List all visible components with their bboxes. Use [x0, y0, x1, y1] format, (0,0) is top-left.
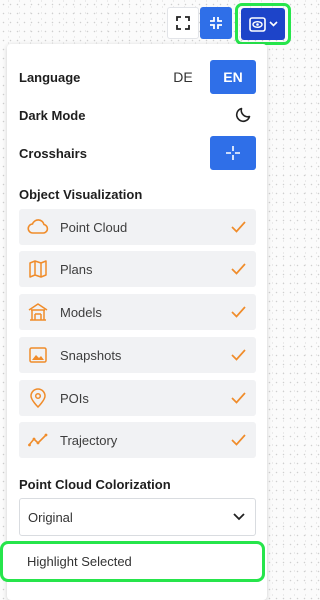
view-menu-highlight — [235, 3, 291, 45]
dark-mode-label: Dark Mode — [19, 107, 86, 123]
check-icon — [231, 306, 246, 318]
crosshairs-row: Crosshairs — [19, 136, 256, 170]
vis-item-label: POIs — [60, 390, 89, 406]
vis-item-label: Trajectory — [60, 432, 118, 448]
vis-item-label: Snapshots — [60, 347, 122, 363]
fullscreen-button[interactable] — [167, 7, 199, 39]
chevron-down-icon — [233, 513, 245, 521]
view-settings-panel: Language DE EN Dark Mode Crosshairs Obje… — [7, 44, 267, 600]
vis-item-snapshots[interactable]: Snapshots — [19, 337, 256, 373]
view-menu-button[interactable] — [241, 8, 285, 40]
collapse-button[interactable] — [200, 7, 232, 39]
dark-mode-row: Dark Mode — [19, 104, 256, 126]
language-label: Language — [19, 69, 81, 85]
colorization-title: Point Cloud Colorization — [19, 477, 171, 492]
colorization-select[interactable]: Original — [19, 498, 256, 536]
expand-corners-icon — [176, 16, 190, 30]
check-icon — [231, 392, 246, 404]
vis-item-pois[interactable]: POIs — [19, 380, 256, 416]
map-icon — [27, 258, 49, 280]
colorization-selected-value: Original — [28, 509, 73, 525]
crosshairs-label: Crosshairs — [19, 145, 87, 161]
check-icon — [231, 349, 246, 361]
vis-item-label: Plans — [60, 261, 93, 277]
vis-item-label: Models — [60, 304, 102, 320]
building-icon — [27, 301, 49, 323]
trajectory-icon — [27, 429, 49, 451]
highlight-selected-option[interactable]: Highlight Selected — [0, 541, 265, 582]
pin-icon — [27, 387, 49, 409]
image-icon — [27, 344, 49, 366]
crosshairs-toggle[interactable] — [210, 136, 256, 170]
vis-item-models[interactable]: Models — [19, 294, 256, 330]
language-de-button[interactable]: DE — [166, 60, 200, 94]
object-visualization-title: Object Visualization — [19, 187, 143, 202]
eye-icon — [248, 16, 266, 32]
check-icon — [231, 434, 246, 446]
check-icon — [231, 263, 246, 275]
moon-icon[interactable] — [235, 106, 252, 123]
check-icon — [231, 221, 246, 233]
crosshair-icon — [226, 146, 240, 160]
cloud-icon — [27, 216, 49, 238]
vis-item-label: Point Cloud — [60, 219, 128, 235]
chevron-down-icon — [268, 21, 278, 27]
collapse-corners-icon — [210, 17, 222, 29]
vis-item-trajectory[interactable]: Trajectory — [19, 422, 256, 458]
option-label: Highlight Selected — [27, 554, 132, 569]
language-row: Language DE EN — [19, 60, 256, 94]
top-toolbar — [0, 3, 299, 45]
vis-item-plans[interactable]: Plans — [19, 251, 256, 287]
vis-item-point-cloud[interactable]: Point Cloud — [19, 209, 256, 245]
language-en-button[interactable]: EN — [210, 60, 256, 94]
